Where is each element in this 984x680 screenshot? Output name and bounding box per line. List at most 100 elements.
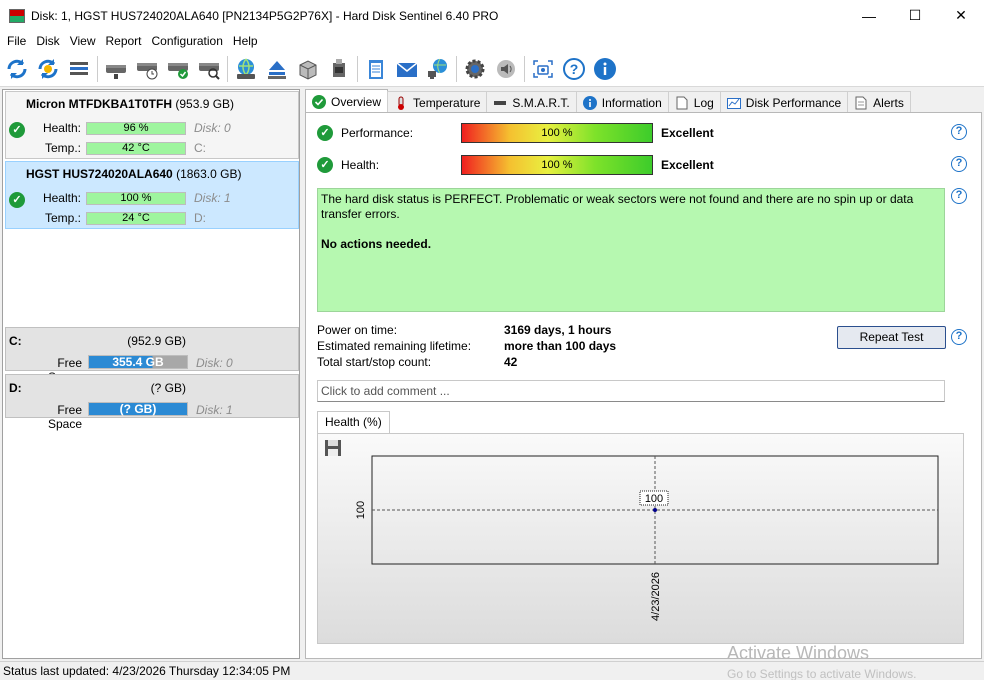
toolbar-separator <box>357 55 358 82</box>
toolbar-separator <box>97 55 98 82</box>
notepad-icon[interactable] <box>363 56 389 82</box>
check-ok-icon: ✓ <box>317 157 333 173</box>
volume-size: (? GB) <box>150 381 186 395</box>
health-label: Health: <box>42 121 81 135</box>
disk-index: Disk: 0 <box>194 121 231 135</box>
info-icon[interactable] <box>592 56 618 82</box>
disk-model: HGST HUS724020ALA640 <box>26 167 173 181</box>
health-chart: 100 4/23/2026 100 <box>355 455 939 621</box>
disk-model: Micron MTFDKBA1T0TFH <box>26 97 172 111</box>
sound-icon[interactable] <box>493 56 519 82</box>
disk-schedule-icon[interactable] <box>134 56 160 82</box>
volume-card-c[interactable]: C: (952.9 GB) Free Space 355.4 GB Disk: … <box>5 327 299 384</box>
menu-disk[interactable]: Disk <box>31 34 64 48</box>
toolbar-separator <box>456 55 457 82</box>
settings-icon[interactable] <box>462 56 488 82</box>
tab-alerts[interactable]: Alerts <box>847 91 911 113</box>
disk-list-icon[interactable] <box>66 56 92 82</box>
temp-bar: 42 °C <box>86 142 186 155</box>
minimize-button[interactable]: — <box>846 0 892 31</box>
start-stop-label: Total start/stop count: <box>317 355 432 369</box>
close-button[interactable]: ✕ <box>938 0 984 31</box>
volume-disk-index: Disk: 0 <box>196 356 233 370</box>
chip-icon <box>493 96 507 110</box>
performance-rating: Excellent <box>661 126 714 140</box>
tab-health-chart[interactable]: Health (%) <box>317 411 390 433</box>
app-icon <box>9 8 25 23</box>
help-icon[interactable]: ? <box>951 188 967 204</box>
svg-text:?: ? <box>570 61 579 77</box>
tab-label: S.M.A.R.T. <box>512 95 570 110</box>
repeat-test-button[interactable]: Repeat Test <box>837 326 946 349</box>
tab-label: Overview <box>331 94 382 109</box>
disk-icon[interactable] <box>103 56 129 82</box>
disk-title: Micron MTFDKBA1T0TFH (953.9 GB) <box>26 97 234 111</box>
tab-temperature[interactable]: Temperature <box>387 91 488 113</box>
mail-icon[interactable] <box>394 56 420 82</box>
disk-card-1[interactable]: HGST HUS724020ALA640 (1863.0 GB) ✓ Healt… <box>5 161 299 229</box>
check-ok-icon: ✓ <box>317 125 333 141</box>
overview-pane: ✓ Performance: 100 % Excellent ? ✓ Healt… <box>305 112 982 659</box>
free-space-label: Free Space <box>47 403 82 431</box>
menu-bar: File Disk View Report Configuration Help <box>0 31 984 51</box>
help-icon[interactable]: ? <box>951 156 967 172</box>
screenshot-icon[interactable] <box>530 56 556 82</box>
network-icon[interactable] <box>425 56 451 82</box>
free-space-bar: 355.4 GB <box>88 355 188 369</box>
disk-search-icon[interactable] <box>196 56 222 82</box>
tab-label: Log <box>693 95 714 110</box>
disk-size: (1863.0 GB) <box>176 167 242 181</box>
globe-disk-icon[interactable] <box>233 56 259 82</box>
eject-icon[interactable] <box>264 56 290 82</box>
help-icon[interactable]: ? <box>951 329 967 345</box>
lifetime-value: more than 100 days <box>504 339 617 353</box>
x-tick-label: 4/23/2026 <box>650 572 662 621</box>
performance-chart-icon <box>726 96 741 110</box>
menu-view[interactable]: View <box>65 34 101 48</box>
refresh-all-icon[interactable] <box>35 56 61 82</box>
temp-bar: 24 °C <box>86 212 186 225</box>
tab-label: Temperature <box>413 95 481 110</box>
server-icon[interactable] <box>295 56 321 82</box>
comment-input[interactable]: Click to add comment ... <box>317 380 945 402</box>
refresh-icon[interactable] <box>4 56 30 82</box>
volume-card-d[interactable]: D: (? GB) Free Space (? GB) Disk: 1 <box>5 374 299 431</box>
tab-label: Disk Performance <box>745 95 842 110</box>
menu-help[interactable]: Help <box>228 34 263 48</box>
performance-label: Performance: <box>341 126 414 140</box>
maximize-button[interactable]: ☐ <box>892 0 938 31</box>
tab-overview[interactable]: Overview <box>305 89 389 113</box>
usb-drive-icon[interactable] <box>326 56 352 82</box>
health-rating: Excellent <box>661 158 714 172</box>
disk-size: (953.9 GB) <box>175 97 235 111</box>
check-ok-icon: ✓ <box>9 192 25 208</box>
status-action: No actions needed. <box>321 237 432 251</box>
document-icon <box>675 96 689 110</box>
alert-document-icon <box>854 96 868 110</box>
activation-watermark-sub: Go to Settings to activate Windows. <box>727 667 917 680</box>
drive-letter: C: <box>194 141 206 155</box>
tab-log[interactable]: Log <box>667 91 721 113</box>
menu-file[interactable]: File <box>2 34 31 48</box>
status-message-box: The hard disk status is PERFECT. Problem… <box>317 188 945 312</box>
data-label: 100 <box>645 493 663 505</box>
volume-disk-index: Disk: 1 <box>196 403 233 417</box>
performance-bar: 100 % <box>461 123 653 143</box>
window-title: Disk: 1, HGST HUS724020ALA640 [PN2134P5G… <box>31 8 499 23</box>
help-icon[interactable]: ? <box>951 124 967 140</box>
disk-card-0[interactable]: Micron MTFDKBA1T0TFH (953.9 GB) ✓ Health… <box>5 91 299 159</box>
free-space-bar: (? GB) <box>88 402 188 416</box>
help-icon[interactable]: ? <box>561 56 587 82</box>
tab-information[interactable]: Information <box>575 91 669 113</box>
toolbar-separator <box>524 55 525 82</box>
disk-ok-icon[interactable] <box>165 56 191 82</box>
disk-list-panel: Micron MTFDKBA1T0TFH (953.9 GB) ✓ Health… <box>2 89 300 659</box>
info-icon <box>582 95 597 110</box>
menu-configuration[interactable]: Configuration <box>147 34 228 48</box>
tab-disk-performance[interactable]: Disk Performance <box>719 91 849 113</box>
menu-report[interactable]: Report <box>100 34 146 48</box>
tab-smart[interactable]: S.M.A.R.T. <box>486 91 577 113</box>
volume-size: (952.9 GB) <box>127 334 186 348</box>
health-chart-frame: 100 4/23/2026 100 <box>317 433 964 644</box>
check-ok-icon <box>312 94 326 109</box>
